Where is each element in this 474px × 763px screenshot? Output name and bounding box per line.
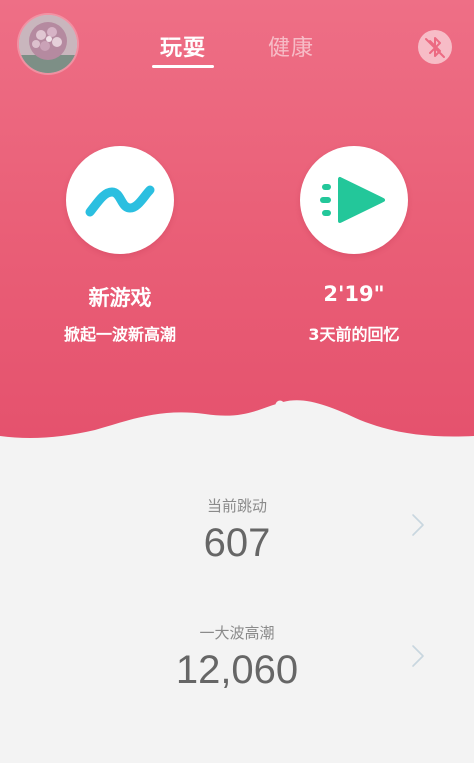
- tab-play[interactable]: 玩耍: [160, 30, 206, 62]
- flower-avatar-icon: [19, 15, 77, 73]
- wave-divider: [0, 400, 474, 500]
- user-avatar[interactable]: [19, 15, 77, 73]
- memory-duration: 2'19": [323, 282, 385, 306]
- climax-count-label: 一大波高潮: [199, 624, 275, 642]
- current-beat-row[interactable]: 当前跳动 607: [0, 485, 474, 603]
- new-game-title: 新游戏: [88, 286, 152, 310]
- climax-count-value: 12,060: [175, 648, 299, 692]
- bluetooth-off-icon: [425, 37, 445, 58]
- current-beat-label: 当前跳动: [206, 497, 267, 515]
- wave-icon: [85, 185, 155, 217]
- chevron-right-icon: [412, 514, 424, 536]
- bluetooth-button[interactable]: [418, 30, 452, 64]
- chevron-right-icon: [412, 645, 424, 667]
- fast-play-icon: [320, 177, 385, 223]
- replay-memory-button[interactable]: [300, 146, 408, 254]
- climax-count-row[interactable]: 一大波高潮 12,060: [0, 612, 474, 730]
- app-screen: 玩耍 健康 新游戏 掀起一波新高潮 2'19" 3天前的回忆 当前跳动 607: [0, 0, 474, 763]
- current-beat-value: 607: [203, 521, 271, 565]
- new-game-button[interactable]: [66, 146, 174, 254]
- tab-health[interactable]: 健康: [268, 30, 314, 62]
- new-game-subtitle: 掀起一波新高潮: [63, 325, 176, 344]
- active-tab-indicator: [152, 65, 214, 68]
- memory-subtitle: 3天前的回忆: [308, 325, 400, 344]
